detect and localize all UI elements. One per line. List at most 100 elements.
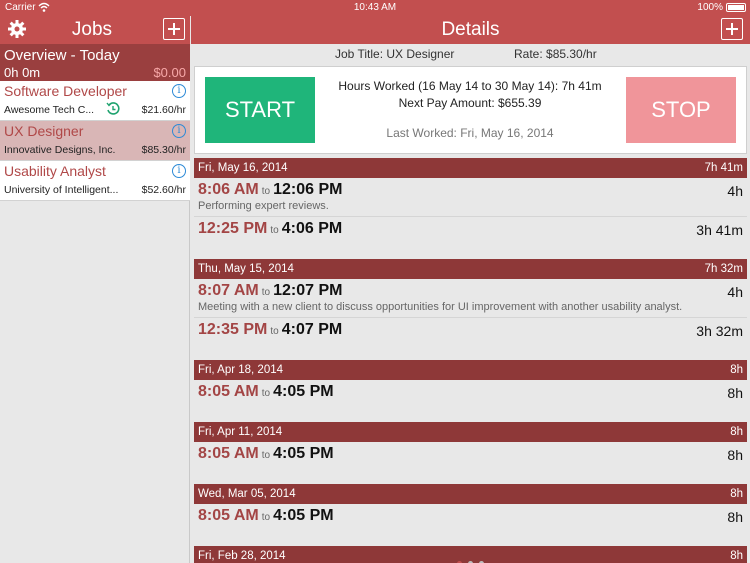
job-item-ux-designer[interactable]: UX Designer i Innovative Designs, Inc. $… [0, 121, 190, 161]
overview-today[interactable]: Overview - Today 0h 0m $0.00 [0, 44, 190, 81]
add-entry-button[interactable] [721, 18, 743, 40]
entry-end: 4:05 PM [273, 383, 334, 400]
entry-duration: 8h [727, 385, 743, 401]
time-entry[interactable]: 12:35 PM to 4:07 PM 3h 32m [194, 318, 747, 346]
hours-worked: Hours Worked (16 May 14 to 30 May 14): 7… [338, 79, 602, 93]
job-rate: $21.60/hr [141, 104, 186, 116]
day-date: Fri, Apr 11, 2014 [198, 426, 283, 438]
entry-times: 8:06 AM to 12:06 PM [194, 178, 747, 200]
time-entry[interactable]: 12:25 PM to 4:06 PM 3h 41m [194, 217, 747, 245]
stop-button[interactable]: STOP [626, 77, 736, 143]
entry-duration: 4h [727, 183, 743, 199]
entry-end: 12:07 PM [273, 282, 343, 299]
entry-to: to [261, 186, 271, 197]
next-pay-amount: Next Pay Amount: $655.39 [398, 96, 542, 110]
day-date: Fri, May 16, 2014 [198, 162, 288, 174]
entry-end: 4:07 PM [281, 321, 343, 338]
entry-end: 4:05 PM [273, 507, 334, 524]
day-date: Fri, Apr 18, 2014 [198, 364, 284, 376]
entry-times: 8:05 AM to 4:05 PM [194, 442, 747, 464]
entry-end: 4:06 PM [281, 220, 343, 237]
day-header: Thu, May 15, 2014 7h 32m [194, 259, 747, 279]
info-icon[interactable]: i [172, 164, 186, 178]
entry-times: 8:05 AM to 4:05 PM [194, 504, 747, 526]
jobs-header: Jobs [0, 16, 190, 44]
day-header: Fri, May 16, 2014 7h 41m [194, 158, 747, 178]
entry-end: 12:06 PM [273, 181, 343, 198]
day-total: 7h 32m [704, 263, 743, 275]
entry-end: 4:05 PM [273, 445, 334, 462]
last-worked: Last Worked: Fri, May 16, 2014 [386, 126, 554, 140]
job-company: Awesome Tech C... [4, 104, 95, 116]
job-rate: $52.60/hr [141, 184, 186, 196]
entry-times: 12:35 PM to 4:07 PM [194, 318, 747, 340]
entry-times: 8:05 AM to 4:05 PM [194, 380, 747, 402]
details-panel: Details Job Title: UX Designer Rate: $85… [191, 16, 750, 563]
day-date: Wed, Mar 05, 2014 [198, 488, 296, 500]
entry-start: 8:07 AM [198, 282, 259, 299]
entry-times: 8:07 AM to 12:07 PM [194, 279, 747, 301]
time-entry[interactable]: 8:05 AM to 4:05 PM 8h [194, 442, 747, 470]
entry-start: 8:05 AM [198, 445, 259, 462]
info-icon[interactable]: i [172, 124, 186, 138]
job-item-software-developer[interactable]: Software Developer i Awesome Tech C... $… [0, 81, 190, 121]
jobs-title: Jobs [71, 19, 113, 40]
entry-times: 12:25 PM to 4:06 PM [194, 217, 747, 239]
job-name: Software Developer [4, 83, 127, 99]
status-bar: Carrier 10:43 AM 100% [0, 0, 750, 16]
page-indicator[interactable] [191, 553, 750, 563]
day-header: Fri, Apr 11, 2014 8h [194, 422, 747, 442]
overview-hours: 0h 0m [4, 65, 41, 80]
entry-duration: 4h [727, 284, 743, 300]
job-company: Innovative Designs, Inc. [4, 144, 116, 156]
entry-start: 8:06 AM [198, 181, 259, 198]
entry-start: 12:25 PM [198, 220, 268, 237]
day-group: Fri, Apr 18, 2014 8h 8:05 AM to 4:05 PM 8h [194, 360, 747, 408]
entry-duration: 3h 32m [696, 323, 743, 339]
time-entry[interactable]: 8:06 AM to 12:06 PM 4h Performing expert rev… [194, 178, 747, 217]
entry-note: Meeting with a new client to discuss opp… [198, 301, 683, 313]
entry-start: 8:05 AM [198, 507, 259, 524]
entry-to: to [261, 388, 271, 399]
day-header: Fri, Apr 18, 2014 8h [194, 360, 747, 380]
time-entry[interactable]: 8:05 AM to 4:05 PM 8h [194, 380, 747, 408]
entry-to: to [261, 512, 271, 523]
jobs-panel: Jobs Overview - Today 0h 0m $0.00 Softwa… [0, 16, 190, 563]
clock-time: 10:43 AM [353, 2, 397, 13]
info-icon[interactable]: i [172, 84, 186, 98]
entry-to: to [270, 326, 279, 337]
rate-label: Rate: $85.30/hr [514, 47, 597, 61]
day-group: Fri, May 16, 2014 7h 41m 8:06 AM to 12:06 PM… [194, 158, 747, 245]
start-button[interactable]: START [205, 77, 315, 143]
entry-duration: 8h [727, 447, 743, 463]
day-header: Wed, Mar 05, 2014 8h [194, 484, 747, 504]
details-title: Details [441, 19, 500, 40]
entry-start: 8:05 AM [198, 383, 259, 400]
day-group: Wed, Mar 05, 2014 8h 8:05 AM to 4:05 PM 8h [194, 484, 747, 532]
entry-to: to [261, 287, 271, 298]
time-entry[interactable]: 8:07 AM to 12:07 PM 4h Meeting with a new cl… [194, 279, 747, 318]
entry-duration: 3h 41m [696, 222, 743, 238]
day-group: Fri, Apr 11, 2014 8h 8:05 AM to 4:05 PM 8h [194, 422, 747, 470]
job-name: Usability Analyst [4, 163, 106, 179]
job-name: UX Designer [4, 123, 84, 139]
entry-to: to [270, 225, 279, 236]
timer-controls: START Hours Worked (16 May 14 to 30 May … [194, 66, 747, 154]
day-date: Thu, May 15, 2014 [198, 263, 294, 275]
entry-duration: 8h [727, 509, 743, 525]
entry-note: Performing expert reviews. [198, 200, 329, 212]
add-job-button[interactable] [163, 18, 185, 40]
job-title-label: Job Title: UX Designer [335, 47, 455, 61]
job-item-usability-analyst[interactable]: Usability Analyst i University of Intell… [0, 161, 190, 201]
overview-amount: $0.00 [153, 65, 186, 80]
day-total: 8h [730, 488, 743, 500]
battery-percent: 100% [697, 2, 723, 13]
day-total: 8h [730, 364, 743, 376]
time-entry[interactable]: 8:05 AM to 4:05 PM 8h [194, 504, 747, 532]
day-group: Thu, May 15, 2014 7h 32m 8:07 AM to 12:07 PM… [194, 259, 747, 346]
job-company: University of Intelligent... [4, 184, 119, 196]
work-log-list[interactable]: Fri, May 16, 2014 7h 41m 8:06 AM to 12:06 PM… [194, 158, 747, 563]
history-clock-icon [106, 102, 120, 115]
battery-icon [726, 3, 746, 12]
details-header: Details [191, 16, 750, 44]
